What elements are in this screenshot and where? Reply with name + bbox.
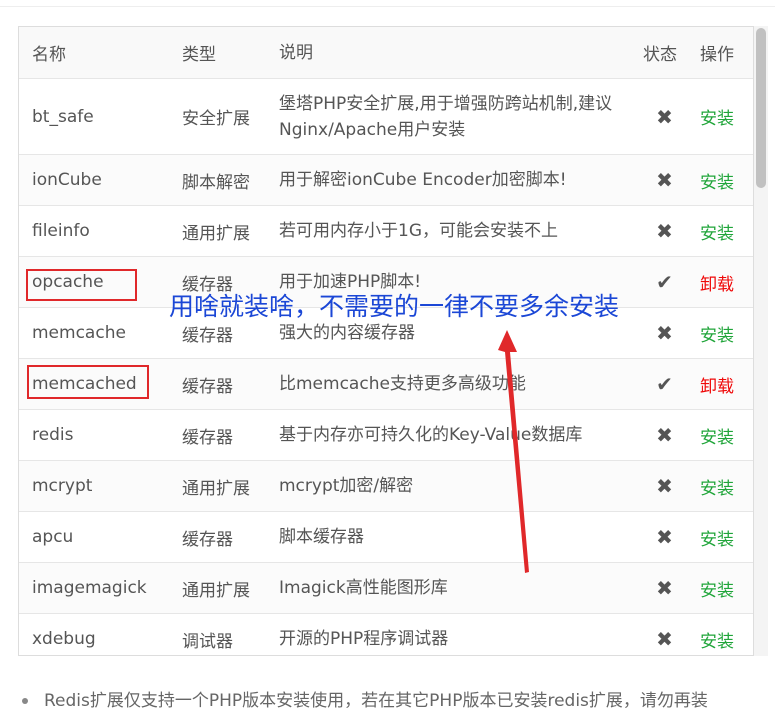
install-button[interactable]: 安装: [700, 326, 734, 346]
extensions-table: 名称 类型 说明 状态 操作 bt_safe 安全扩展 堡塔PHP安全扩展,用于…: [19, 27, 753, 655]
extension-description: 开源的PHP程序调试器: [279, 613, 629, 655]
extension-type: 调试器: [182, 613, 279, 655]
install-button[interactable]: 安装: [700, 632, 734, 652]
extension-name: apcu: [19, 511, 182, 563]
extension-name: fileinfo: [19, 205, 182, 257]
not-installed-icon: ✖: [656, 168, 673, 192]
not-installed-icon: ✖: [656, 321, 673, 345]
extension-type: 通用扩展: [182, 205, 279, 257]
extension-name: redis: [19, 409, 182, 461]
not-installed-icon: ✖: [656, 104, 673, 129]
uninstall-button[interactable]: 卸载: [700, 275, 734, 295]
header-status: 状态: [629, 27, 700, 79]
extension-name: bt_safe: [19, 78, 182, 155]
header-operation: 操作: [700, 27, 753, 79]
extension-type: 通用扩展: [182, 460, 279, 512]
extensions-table-container: 名称 类型 说明 状态 操作 bt_safe 安全扩展 堡塔PHP安全扩展,用于…: [18, 26, 754, 656]
install-button[interactable]: 安装: [700, 479, 734, 499]
scrollbar-thumb[interactable]: [756, 28, 766, 188]
header-description: 说明: [279, 27, 629, 79]
header-name: 名称: [19, 27, 182, 79]
table-row: ionCube 脚本解密 用于解密ionCube Encoder加密脚本! ✖ …: [19, 154, 753, 206]
extension-description: mcrypt加密/解密: [279, 460, 629, 512]
extension-description: 若可用内存小于1G，可能会安装不上: [279, 205, 629, 257]
install-button[interactable]: 安装: [700, 530, 734, 550]
annotation-text: 用啥就装啥，不需要的一律不要多余安装: [169, 292, 620, 321]
extension-description: 脚本缓存器: [279, 511, 629, 563]
extension-description: 基于内存亦可持久化的Key-Value数据库: [279, 409, 629, 461]
extension-type: 通用扩展: [182, 562, 279, 614]
extension-name: mcrypt: [19, 460, 182, 512]
extension-description: 比memcache支持更多高级功能: [279, 358, 629, 410]
table-row: fileinfo 通用扩展 若可用内存小于1G，可能会安装不上 ✖ 安装: [19, 205, 753, 257]
extension-description: 用于解密ionCube Encoder加密脚本!: [279, 154, 629, 206]
table-row: xdebug 调试器 开源的PHP程序调试器 ✖ 安装: [19, 613, 753, 655]
extension-description: Imagick高性能图形库: [279, 562, 629, 614]
table-row: bt_safe 安全扩展 堡塔PHP安全扩展,用于增强防跨站机制,建议Nginx…: [19, 78, 753, 155]
extension-name: memcache: [19, 307, 182, 359]
table-row: imagemagick 通用扩展 Imagick高性能图形库 ✖ 安装: [19, 562, 753, 614]
extension-description: 堡塔PHP安全扩展,用于增强防跨站机制,建议Nginx/Apache用户安装: [279, 78, 629, 155]
install-button[interactable]: 安装: [700, 224, 734, 244]
extension-name: xdebug: [19, 613, 182, 655]
extension-name: imagemagick: [19, 562, 182, 614]
extension-type: 安全扩展: [182, 78, 279, 155]
note-text: Redis扩展仅支持一个PHP版本安装使用，若在其它PHP版本已安装redis扩…: [44, 691, 708, 711]
extension-type: 缓存器: [182, 511, 279, 563]
install-button[interactable]: 安装: [700, 581, 734, 601]
not-installed-icon: ✖: [656, 219, 673, 243]
install-button[interactable]: 安装: [700, 173, 734, 193]
not-installed-icon: ✖: [656, 525, 673, 549]
not-installed-icon: ✖: [656, 423, 673, 447]
highlight-box-opcache: [26, 269, 137, 301]
bullet-icon: [22, 698, 28, 704]
header-type: 类型: [182, 27, 279, 79]
extension-name: ionCube: [19, 154, 182, 206]
not-installed-icon: ✖: [656, 627, 673, 651]
not-installed-icon: ✖: [656, 576, 673, 600]
extension-type: 脚本解密: [182, 154, 279, 206]
note-list-item: Redis扩展仅支持一个PHP版本安装使用，若在其它PHP版本已安装redis扩…: [22, 686, 708, 711]
table-row: apcu 缓存器 脚本缓存器 ✖ 安装: [19, 511, 753, 563]
install-button[interactable]: 安装: [700, 428, 734, 448]
installed-check-icon: ✔: [656, 270, 673, 294]
uninstall-button[interactable]: 卸载: [700, 377, 734, 397]
extension-type: 缓存器: [182, 409, 279, 461]
table-header-row: 名称 类型 说明 状态 操作: [19, 27, 753, 79]
top-divider: [0, 0, 775, 7]
table-row: redis 缓存器 基于内存亦可持久化的Key-Value数据库 ✖ 安装: [19, 409, 753, 461]
install-button[interactable]: 安装: [700, 109, 734, 129]
table-scrollbar[interactable]: [754, 26, 768, 656]
extension-type: 缓存器: [182, 358, 279, 410]
installed-check-icon: ✔: [656, 372, 673, 396]
table-row: mcrypt 通用扩展 mcrypt加密/解密 ✖ 安装: [19, 460, 753, 512]
highlight-box-memcached: [27, 365, 149, 399]
not-installed-icon: ✖: [656, 474, 673, 498]
